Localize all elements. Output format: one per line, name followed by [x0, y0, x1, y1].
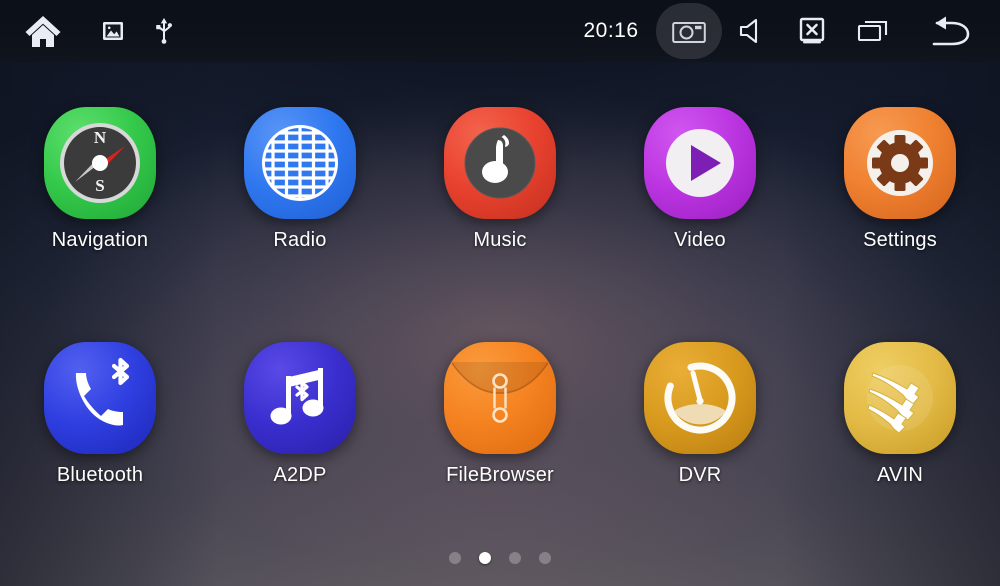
app-label: Navigation — [51, 229, 149, 251]
rca-cables-icon[interactable] — [844, 342, 956, 454]
camera-icon[interactable] — [656, 3, 722, 59]
radio-grille-icon[interactable] — [244, 107, 356, 219]
app-label: Video — [674, 229, 726, 251]
app-grid: N S Navigation Radio Music Video Setting… — [0, 62, 1000, 532]
usb-icon[interactable] — [140, 0, 188, 62]
svg-text:N: N — [94, 128, 107, 147]
page-dot-3[interactable] — [509, 552, 521, 564]
volume-icon[interactable] — [722, 0, 782, 62]
status-bar-right-group: 20:16 — [566, 0, 1000, 62]
bt-music-icon[interactable] — [244, 342, 356, 454]
envelope-icon[interactable] — [444, 342, 556, 454]
music-disc-icon[interactable] — [444, 107, 556, 219]
app-label: Music — [473, 229, 527, 251]
app-label: Radio — [273, 229, 327, 251]
app-filebrowser[interactable]: FileBrowser — [400, 297, 600, 532]
app-label: Bluetooth — [56, 464, 144, 486]
gallery-icon[interactable] — [86, 0, 140, 62]
page-dot-1[interactable] — [449, 552, 461, 564]
app-label: AVIN — [877, 464, 923, 486]
compass-icon[interactable]: N S — [44, 107, 156, 219]
app-label: DVR — [678, 464, 722, 486]
app-label: FileBrowser — [446, 464, 554, 486]
gauge-icon[interactable] — [644, 342, 756, 454]
app-avin[interactable]: AVIN — [800, 297, 1000, 532]
app-dvr[interactable]: DVR — [600, 297, 800, 532]
clock-text: 20:16 — [583, 19, 639, 42]
svg-text:S: S — [95, 176, 104, 195]
app-a2dp[interactable]: A2DP — [200, 297, 400, 532]
page-indicator[interactable] — [0, 552, 1000, 564]
app-video[interactable]: Video — [600, 62, 800, 297]
app-bluetooth[interactable]: Bluetooth — [0, 297, 200, 532]
page-dot-4[interactable] — [539, 552, 551, 564]
home-icon[interactable] — [0, 0, 86, 62]
app-music[interactable]: Music — [400, 62, 600, 297]
page-dot-2[interactable] — [479, 552, 491, 564]
app-label: A2DP — [273, 464, 327, 486]
bt-phone-icon[interactable] — [44, 342, 156, 454]
status-bar-clock: 20:16 — [566, 0, 656, 62]
gear-icon[interactable] — [844, 107, 956, 219]
video-play-icon[interactable] — [644, 107, 756, 219]
app-navigation[interactable]: N S Navigation — [0, 62, 200, 297]
back-icon[interactable] — [904, 0, 1000, 62]
screen-off-icon[interactable] — [782, 0, 842, 62]
app-settings[interactable]: Settings — [800, 62, 1000, 297]
status-bar: 20:16 — [0, 0, 1000, 62]
recent-apps-icon[interactable] — [842, 0, 904, 62]
status-bar-left-group — [0, 0, 188, 62]
app-radio[interactable]: Radio — [200, 62, 400, 297]
app-label: Settings — [863, 229, 937, 251]
